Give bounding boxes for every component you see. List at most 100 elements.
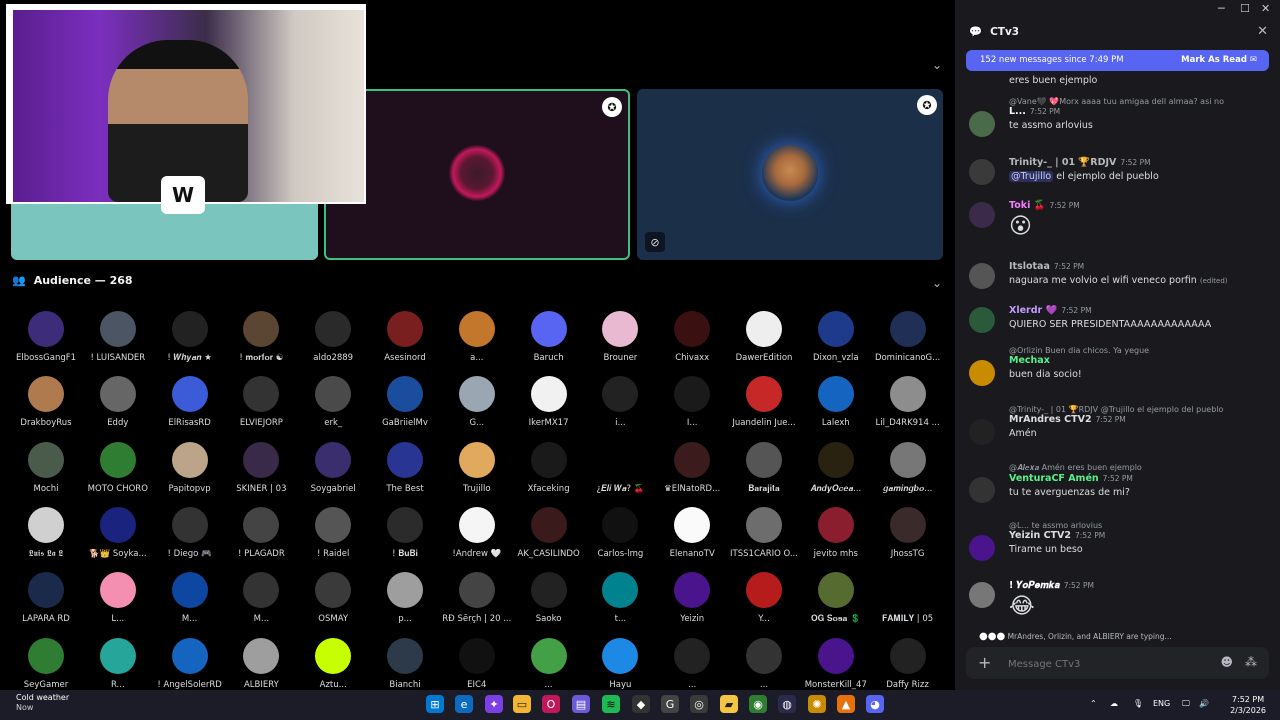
audience-member[interactable]: ElenanoTV [656, 506, 728, 559]
audience-member[interactable]: ! Diego 🎮 [154, 506, 226, 559]
mic-icon[interactable]: 🎙 [1133, 699, 1143, 708]
audience-member[interactable]: Hayu [584, 637, 656, 690]
author-avatar[interactable] [969, 582, 995, 608]
sticky-notes-icon[interactable]: ▰ [720, 695, 738, 713]
message-author[interactable]: ! 𝒀𝒐𝑷𝒆𝒎𝒌𝒂 [1009, 580, 1060, 591]
audience-member[interactable]: I... [656, 376, 728, 428]
audience-member[interactable]: Xfaceking [513, 441, 585, 494]
app-icon[interactable]: ◆ [632, 695, 650, 713]
audience-member[interactable]: ElRisasRD [154, 376, 226, 428]
audience-member[interactable]: Y... [728, 572, 800, 624]
audience-member[interactable]: ♛ElNatoRD... [656, 441, 728, 494]
audience-member[interactable]: 𝐁𝐚𝐫𝐚𝐣𝐢𝐭𝐚 [728, 441, 800, 494]
message-author[interactable]: Trinity-_ | 01 🏆RDJV [1009, 157, 1116, 168]
emoji-picker-icon[interactable]: ☻ [1220, 655, 1233, 669]
message-author[interactable]: Xlerdr 💜 [1009, 305, 1057, 316]
speaker-tile-2[interactable]: ✪ [324, 89, 630, 260]
audience-member[interactable]: EIC4 [441, 637, 513, 690]
audience-member[interactable]: 𝑨𝒏𝒅𝒚𝑶𝒄𝒆𝒂... [800, 441, 872, 494]
audience-member[interactable]: i... [584, 376, 656, 428]
app-icon[interactable]: G [661, 695, 679, 713]
cloud-icon[interactable]: ☁ [1110, 699, 1118, 708]
audience-member[interactable]: Lil_D4RK914 ... [872, 376, 944, 428]
audience-member[interactable]: aldo2889 [297, 311, 369, 363]
audience-member[interactable]: !Andrew 🤍 [441, 506, 513, 559]
close-chat-icon[interactable]: ✕ [1257, 24, 1268, 39]
author-avatar[interactable] [969, 159, 995, 185]
audience-member[interactable]: L... [82, 572, 154, 624]
audience-member[interactable]: Dixon_vzla [800, 311, 872, 363]
maximize-icon[interactable]: ☐ [1240, 2, 1250, 15]
clock[interactable]: 7:52 PM 2/3/2026 [1230, 694, 1266, 716]
audience-member[interactable]: R... [82, 637, 154, 690]
audience-member[interactable]: LAPARA RD [10, 572, 82, 624]
audience-member[interactable]: RĐ Šērçh | 20 ... [441, 572, 513, 624]
author-avatar[interactable] [969, 263, 995, 289]
network-icon[interactable]: 🖵 [1182, 699, 1190, 709]
copilot-icon[interactable]: ✦ [485, 695, 503, 713]
audience-member[interactable]: Aztu... [297, 637, 369, 690]
audience-member[interactable]: Soygabriel [297, 441, 369, 494]
apps-icon[interactable]: ⁂ [1245, 655, 1257, 669]
file-explorer-icon[interactable]: ▭ [513, 695, 531, 713]
collapse-audience-chevron-icon[interactable]: ⌄ [932, 276, 942, 290]
audience-member[interactable]: ! 𝐁𝐮𝐁𝐢 [369, 506, 441, 559]
reply-reference[interactable]: @L... te assmo arlovius [1009, 521, 1269, 530]
audience-member[interactable]: Trujillo [441, 441, 513, 494]
audience-member[interactable]: Asesinord [369, 311, 441, 363]
audience-member[interactable]: 𝕷𝖚𝖎𝖘 𝕷𝖆 𝕷 [10, 506, 82, 559]
audience-member[interactable]: Brouner [584, 311, 656, 363]
audience-member[interactable]: t... [584, 572, 656, 624]
xbox-icon[interactable]: ◉ [749, 695, 767, 713]
audience-member[interactable]: OSMAY [297, 572, 369, 624]
message-author[interactable]: L... [1009, 106, 1026, 117]
collapse-speakers-chevron-icon[interactable]: ⌄ [932, 58, 942, 72]
audience-member[interactable]: ¿𝑬𝒍𝒊 𝑾𝒂? 🍒 [584, 441, 656, 494]
audience-member[interactable]: ELVIEJORP [225, 376, 297, 428]
mark-as-read-button[interactable]: Mark As Read ✉ [1181, 55, 1257, 65]
audience-member[interactable]: erk_ [297, 376, 369, 428]
message-author[interactable]: MrAndres CTV2 [1009, 414, 1092, 425]
message-author[interactable]: VenturaCF Amén [1009, 473, 1099, 484]
audience-member[interactable]: ! LUISANDER [82, 311, 154, 363]
audience-member[interactable]: Bianchi [369, 637, 441, 690]
audience-member[interactable]: Lalexh [800, 376, 872, 428]
audience-member[interactable]: 🐕👑 Soyka... [82, 506, 154, 559]
audience-member[interactable]: MOTO CHORO [82, 441, 154, 494]
audience-member[interactable]: 𝒈𝒂𝒎𝒊𝒏𝒈𝒃𝒐... [872, 441, 944, 494]
audience-member[interactable]: Saoko [513, 572, 585, 624]
audience-member[interactable]: ... [728, 637, 800, 690]
author-avatar[interactable] [969, 419, 995, 445]
audience-member[interactable]: SeyGamer [10, 637, 82, 690]
new-messages-bar[interactable]: 152 new messages since 7:49 PM Mark As R… [966, 50, 1269, 71]
app-icon[interactable]: ◎ [690, 695, 708, 713]
spotify-icon[interactable]: ≋ [602, 695, 620, 713]
audience-member[interactable]: DrakboyRus [10, 376, 82, 428]
app-icon[interactable]: ▲ [837, 695, 855, 713]
audience-member[interactable]: ! AngelSolerRD [154, 637, 226, 690]
audience-member[interactable]: AK_CASILINDO [513, 506, 585, 559]
audience-member[interactable]: MonsterKill_47 [800, 637, 872, 690]
language-indicator[interactable]: ENG [1153, 699, 1170, 708]
reply-reference[interactable]: @𝑨𝒍𝒆𝒙𝒂 Amén eres buen ejemplo [1009, 463, 1269, 473]
audience-member[interactable]: ... [656, 637, 728, 690]
user-mention[interactable]: @Trujillo [1009, 171, 1054, 182]
audience-member[interactable]: DominicanoG... [872, 311, 944, 363]
audience-member[interactable]: IkerMX17 [513, 376, 585, 428]
audience-member[interactable]: ElbossGangF1 [10, 311, 82, 363]
message-author[interactable]: Itslotaa [1009, 261, 1050, 272]
edge-icon[interactable]: e [455, 695, 473, 713]
audience-member[interactable]: 𝐎𝐆 𝐒𝐨𝐬𝐚 💲 [800, 572, 872, 624]
audience-member[interactable]: 𝐅𝐀𝐌𝐈𝐋𝐘 | 05 [872, 572, 944, 624]
author-avatar[interactable] [969, 202, 995, 228]
audience-member[interactable]: ITSS1CARIO O... [728, 506, 800, 559]
audience-member[interactable]: Yeizin [656, 572, 728, 624]
audience-member[interactable]: The Best [369, 441, 441, 494]
message-input[interactable] [1006, 655, 1210, 673]
audience-member[interactable]: Mochi [10, 441, 82, 494]
audience-member[interactable]: Carlos-lmg [584, 506, 656, 559]
author-avatar[interactable] [969, 477, 995, 503]
audience-member[interactable]: ! PLAGADR [225, 506, 297, 559]
audience-member[interactable]: ! 𝐦𝐨𝐫𝐟𝐨𝐫 ☯ [225, 311, 297, 363]
audience-member[interactable]: ... [513, 637, 585, 690]
